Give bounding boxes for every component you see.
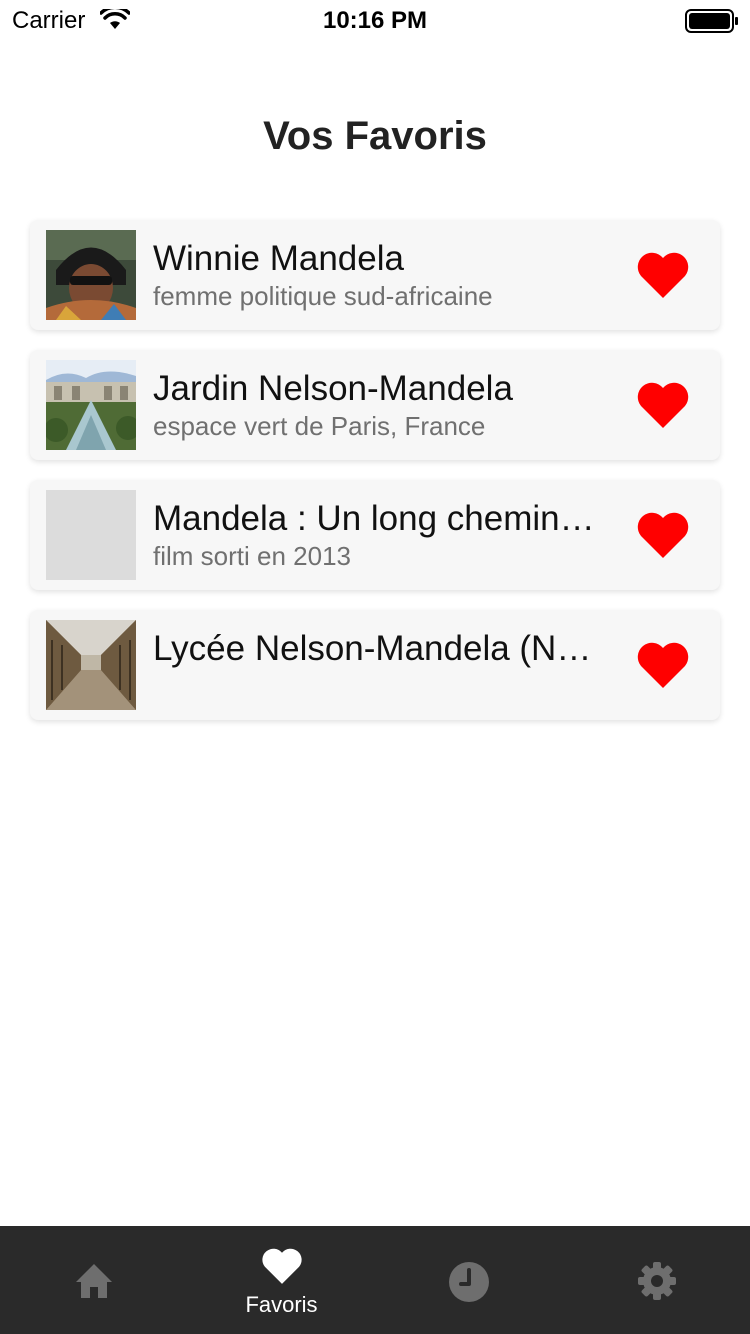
heart-icon[interactable] (636, 380, 690, 430)
favorite-subtitle: espace vert de Paris, France (153, 411, 486, 441)
favorite-item[interactable]: Lycée Nelson-Mandela (N… (30, 610, 720, 720)
favorite-item[interactable]: Mandela : Un long chemin… film sorti en … (30, 480, 720, 590)
home-icon (75, 1264, 112, 1298)
placeholder-thumbnail (46, 490, 136, 580)
gear-icon (637, 1262, 676, 1300)
heart-icon[interactable] (636, 640, 690, 690)
hallway-thumbnail (46, 620, 136, 710)
page-title: Vos Favoris (263, 114, 487, 158)
tab-bar: Favoris (0, 1226, 750, 1334)
heart-icon (261, 1248, 302, 1284)
status-time: 10:16 PM (322, 7, 428, 34)
heart-icon[interactable] (636, 250, 690, 300)
favorites-list: Winnie Mandela femme politique sud-afric… (30, 220, 720, 740)
favorite-title: Mandela : Un long chemin… (153, 499, 595, 538)
tab-label: Favoris (245, 1292, 318, 1317)
tab-favoris[interactable]: Favoris (188, 1226, 375, 1334)
status-bar: Carrier 10:16 PM (0, 0, 750, 40)
favorite-subtitle: femme politique sud-africaine (153, 281, 493, 311)
garden-thumbnail (46, 360, 136, 450)
favorite-item[interactable]: Winnie Mandela femme politique sud-afric… (30, 220, 720, 330)
favorite-title: Winnie Mandela (153, 239, 404, 278)
favorite-title: Lycée Nelson-Mandela (N… (153, 629, 592, 668)
clock-icon (448, 1262, 489, 1302)
battery-icon (685, 9, 738, 33)
portrait-thumbnail (46, 230, 136, 320)
favorite-title: Jardin Nelson-Mandela (153, 369, 513, 408)
favorite-subtitle: film sorti en 2013 (153, 541, 351, 571)
tab-home[interactable] (0, 1226, 187, 1334)
tab-settings[interactable] (563, 1226, 750, 1334)
heart-icon[interactable] (636, 510, 690, 560)
favorite-item[interactable]: Jardin Nelson-Mandela espace vert de Par… (30, 350, 720, 460)
tab-history[interactable] (375, 1226, 562, 1334)
